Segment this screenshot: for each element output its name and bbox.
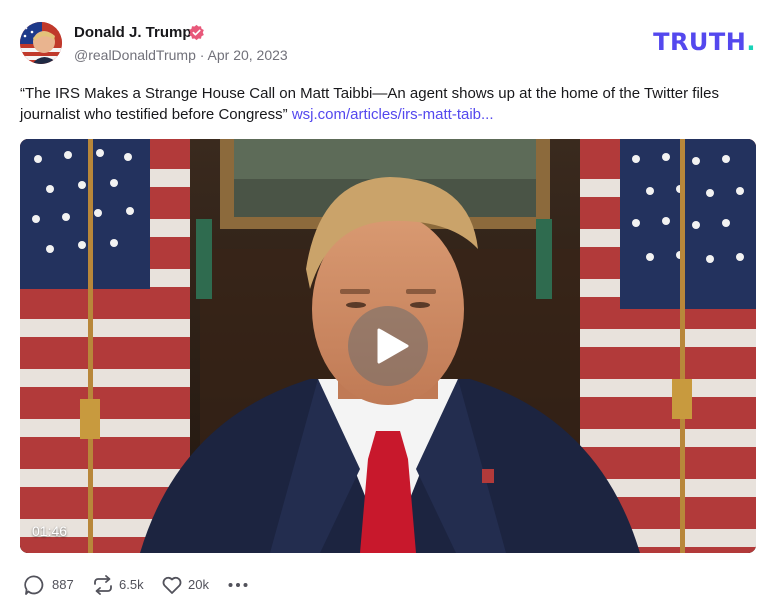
truth-post: Donald J. Trump @realDonaldTrump · Apr 2… [0, 0, 777, 615]
author-name[interactable]: Donald J. Trump [74, 24, 192, 41]
post-header: Donald J. Trump @realDonaldTrump · Apr 2… [20, 20, 757, 66]
post-date[interactable]: Apr 20, 2023 [208, 47, 288, 63]
like-button[interactable]: 20k [161, 573, 215, 597]
more-icon [228, 583, 248, 587]
heart-icon [162, 576, 182, 594]
status-link[interactable]: wsj.com/articles/irs-matt-taib... [292, 106, 494, 123]
like-count: 20k [188, 577, 209, 592]
more-button[interactable] [227, 573, 249, 597]
retruth-count: 6.5k [119, 577, 144, 592]
truth-logo[interactable]: TRUTH. [653, 28, 756, 56]
status-text: “The IRS Makes a Strange House Call on M… [20, 83, 755, 125]
logo-dot: . [746, 28, 756, 56]
handle-line: @realDonaldTrump · Apr 20, 2023 [74, 47, 288, 63]
logo-text: TRUTH [653, 28, 747, 56]
play-icon [377, 328, 409, 364]
post-actions: 887 6.5k 20k [24, 573, 344, 597]
avatar[interactable] [20, 22, 62, 64]
reply-button[interactable]: 887 [24, 573, 78, 597]
video-duration: 01:46 [32, 523, 68, 539]
verified-icon [189, 24, 204, 41]
reply-count: 887 [52, 577, 74, 592]
retruth-button[interactable]: 6.5k [92, 573, 154, 597]
video-player[interactable]: 01:46 [20, 139, 756, 553]
author-handle[interactable]: @realDonaldTrump [74, 47, 196, 63]
reply-icon [24, 575, 44, 595]
separator-dot: · [199, 47, 208, 63]
retruth-icon [94, 575, 112, 595]
play-button[interactable] [348, 306, 428, 386]
